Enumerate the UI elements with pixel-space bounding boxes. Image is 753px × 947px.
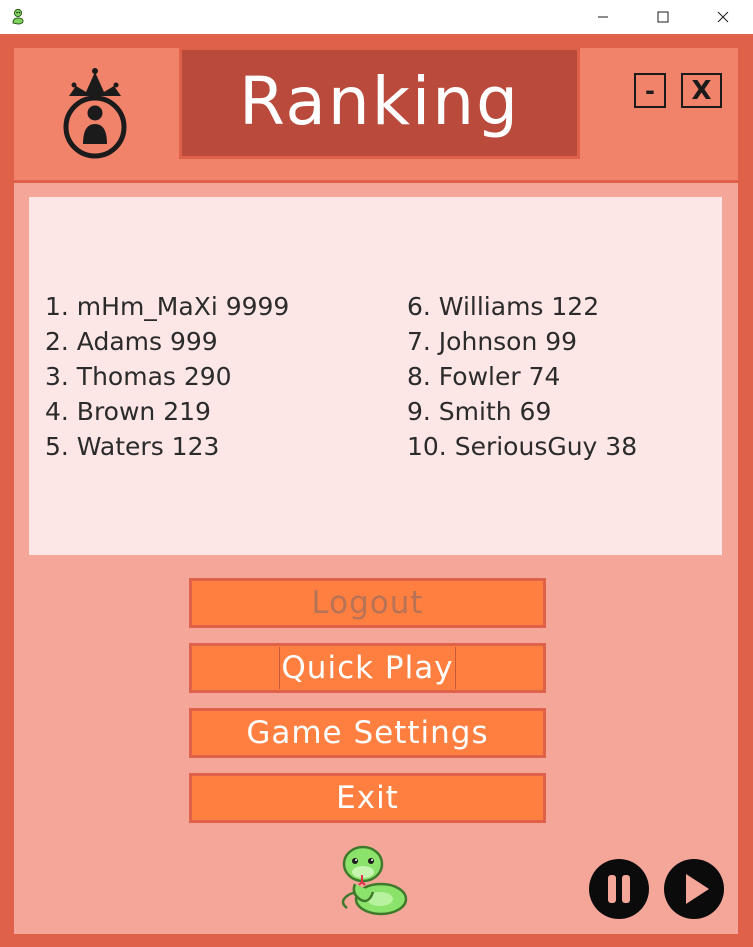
window-maximize-button[interactable] xyxy=(640,0,686,34)
pause-button[interactable] xyxy=(588,858,650,920)
quick-play-button[interactable]: Quick Play xyxy=(189,643,546,693)
pause-icon xyxy=(589,859,649,919)
ranking-entry: 9. Smith 69 xyxy=(407,397,552,426)
window-minimize-button[interactable] xyxy=(580,0,626,34)
header-divider xyxy=(14,180,738,183)
ranking-entry: 2. Adams 999 xyxy=(45,327,218,356)
ranking-entry: 8. Fowler 74 xyxy=(407,362,561,391)
exit-button[interactable]: Exit xyxy=(189,773,546,823)
minimize-icon xyxy=(598,16,608,18)
ranking-entry: 5. Waters 123 xyxy=(45,432,220,461)
ranking-entry: 3. Thomas 290 xyxy=(45,362,232,391)
ranking-list-left: 1. mHm_MaXi 9999 2. Adams 999 3. Thomas … xyxy=(45,289,289,464)
ranking-entry: 4. Brown 219 xyxy=(45,397,211,426)
play-icon xyxy=(664,859,724,919)
page-title: Ranking xyxy=(239,63,520,140)
ranking-entry: 1. mHm_MaXi 9999 xyxy=(45,292,290,321)
window-title-bar xyxy=(0,0,753,34)
ranking-entry: 7. Johnson 99 xyxy=(407,327,578,356)
play-button[interactable] xyxy=(663,858,725,920)
game-settings-button[interactable]: Game Settings xyxy=(189,708,546,758)
close-icon xyxy=(717,11,729,23)
snake-icon xyxy=(12,8,24,25)
close-button[interactable]: X xyxy=(681,73,722,108)
snake-mascot-icon xyxy=(341,845,408,916)
ranking-entry: 6. Williams 122 xyxy=(407,292,600,321)
logout-button[interactable]: Logout xyxy=(189,578,546,628)
title-banner: Ranking xyxy=(179,47,580,159)
window-close-button[interactable] xyxy=(700,0,746,34)
maximize-icon xyxy=(657,11,669,23)
ranking-entry: 10. SeriousGuy 38 xyxy=(407,432,638,461)
quick-play-label: Quick Play xyxy=(279,647,456,689)
ranking-list-right: 6. Williams 122 7. Johnson 99 8. Fowler … xyxy=(407,289,637,464)
minimize-button[interactable]: - xyxy=(634,73,666,108)
king-crown-icon xyxy=(63,68,127,159)
